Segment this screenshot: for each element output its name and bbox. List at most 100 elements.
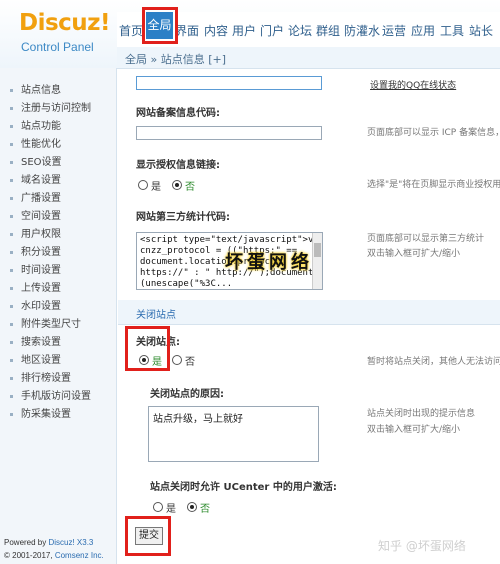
sidebar-item-time[interactable]: 时间设置 bbox=[10, 261, 61, 276]
sidebar-item-ranking[interactable]: 排行榜设置 bbox=[10, 369, 71, 384]
section-close-site: 关闭站点 bbox=[118, 300, 500, 325]
license-radio-yes-label: 是 bbox=[151, 182, 161, 193]
close-radio-no[interactable] bbox=[172, 355, 182, 365]
close-reason-label: 关闭站点的原因: bbox=[150, 389, 224, 400]
ucenter-radio-yes[interactable] bbox=[153, 502, 163, 512]
sidebar-item-mobile[interactable]: 手机版访问设置 bbox=[10, 387, 91, 402]
highlight-box-close bbox=[125, 326, 170, 371]
sidebar-item-label: 空间设置 bbox=[21, 211, 61, 222]
bullet-icon bbox=[10, 160, 13, 164]
nav-webmaster[interactable]: 站长 bbox=[469, 22, 493, 39]
breadcrumb-bar: 全局 » 站点信息 [+] bbox=[117, 47, 500, 69]
sidebar-item-label: 水印设置 bbox=[21, 301, 61, 312]
stat-tip-2: 双击输入框可扩大/缩小 bbox=[367, 249, 461, 259]
section-close-site-title: 关闭站点 bbox=[136, 310, 176, 321]
footer-powered-prefix: Powered by bbox=[4, 538, 49, 547]
bullet-icon bbox=[10, 232, 13, 236]
bullet-icon bbox=[10, 142, 13, 146]
license-tip: 选择"是"将在页脚显示商业授权用户 bbox=[367, 180, 500, 190]
nav-content[interactable]: 内容 bbox=[204, 22, 228, 39]
sidebar-item-label: 手机版访问设置 bbox=[21, 391, 91, 402]
sidebar-item-seo[interactable]: SEO设置 bbox=[10, 153, 62, 168]
license-radio-yes[interactable] bbox=[138, 180, 148, 190]
footer-company-link[interactable]: Comsenz Inc. bbox=[55, 551, 104, 560]
sidebar-item-performance[interactable]: 性能优化 bbox=[10, 135, 61, 150]
stat-code-label: 网站第三方统计代码: bbox=[136, 212, 230, 223]
nav-portal[interactable]: 门户 bbox=[260, 22, 284, 39]
sidebar-item-label: 防采集设置 bbox=[21, 409, 71, 420]
nav-tools[interactable]: 工具 bbox=[440, 22, 464, 39]
bullet-icon bbox=[10, 124, 13, 128]
bullet-icon bbox=[10, 196, 13, 200]
sidebar-item-label: 域名设置 bbox=[21, 175, 61, 186]
sidebar-item-user-permissions[interactable]: 用户权限 bbox=[10, 225, 61, 240]
stat-tip-1: 页面底部可以显示第三方统计 bbox=[367, 234, 485, 244]
nav-forum[interactable]: 论坛 bbox=[288, 22, 312, 39]
license-label: 显示授权信息链接: bbox=[136, 160, 220, 171]
bullet-icon bbox=[10, 214, 13, 218]
sidebar-item-site-features[interactable]: 站点功能 bbox=[10, 117, 61, 132]
bullet-icon bbox=[10, 412, 13, 416]
logo[interactable]: Discuz! bbox=[19, 10, 111, 36]
sidebar-item-space[interactable]: 空间设置 bbox=[10, 207, 61, 222]
sidebar-item-label: 搜索设置 bbox=[21, 337, 61, 348]
scrollbar-thumb[interactable] bbox=[314, 243, 321, 257]
sidebar-item-site-info[interactable]: 站点信息 bbox=[10, 81, 61, 96]
bullet-icon bbox=[10, 268, 13, 272]
ucenter-label: 站点关闭时允许 UCenter 中的用户激活: bbox=[150, 482, 337, 493]
bullet-icon bbox=[10, 250, 13, 254]
close-reason-textarea[interactable]: 站点升级，马上就好 bbox=[148, 406, 319, 462]
sidebar-item-domain[interactable]: 域名设置 bbox=[10, 171, 61, 186]
bullet-icon bbox=[10, 322, 13, 326]
nav-antispam[interactable]: 防灌水 bbox=[344, 22, 380, 39]
textarea-scrollbar[interactable] bbox=[312, 233, 322, 289]
footer-powered: Powered by Discuz! X3.3 bbox=[4, 538, 93, 547]
ucenter-radio-no-label: 否 bbox=[200, 504, 210, 515]
footer-version-link[interactable]: Discuz! X3.3 bbox=[48, 538, 93, 547]
highlight-box-nav bbox=[142, 7, 178, 44]
sidebar-item-label: 广播设置 bbox=[21, 193, 61, 204]
qq-status-link[interactable]: 设置我的QQ在线状态 bbox=[370, 78, 456, 91]
icp-input[interactable] bbox=[136, 126, 322, 140]
sidebar-item-anti-scrape[interactable]: 防采集设置 bbox=[10, 405, 71, 420]
nav-operations[interactable]: 运营 bbox=[382, 22, 406, 39]
sidebar-item-upload[interactable]: 上传设置 bbox=[10, 279, 61, 294]
bullet-icon bbox=[10, 358, 13, 362]
nav-interface[interactable]: 界面 bbox=[175, 22, 199, 39]
sidebar-item-label: 积分设置 bbox=[21, 247, 61, 258]
footer-copyright: © 2001-2017, Comsenz Inc. bbox=[4, 551, 104, 560]
sidebar-item-label: 时间设置 bbox=[21, 265, 61, 276]
breadcrumb[interactable]: 全局 » 站点信息 [+] bbox=[125, 51, 226, 67]
sidebar-item-register-access[interactable]: 注册与访问控制 bbox=[10, 99, 91, 114]
bullet-icon bbox=[10, 286, 13, 290]
ucenter-radio-no[interactable] bbox=[187, 502, 197, 512]
logo-subtitle: Control Panel bbox=[21, 40, 94, 54]
close-radio-no-label: 否 bbox=[185, 357, 195, 368]
sidebar-item-broadcast[interactable]: 广播设置 bbox=[10, 189, 61, 204]
sidebar-item-label: 排行榜设置 bbox=[21, 373, 71, 384]
sidebar-item-attachment-types[interactable]: 附件类型尺寸 bbox=[10, 315, 81, 330]
bullet-icon bbox=[10, 106, 13, 110]
sidebar-item-label: 用户权限 bbox=[21, 229, 61, 240]
sidebar-item-label: 站点信息 bbox=[21, 85, 61, 96]
icp-tip: 页面底部可以显示 ICP 备案信息， bbox=[367, 128, 500, 138]
close-reason-text: 站点升级，马上就好 bbox=[153, 414, 243, 425]
nav-apps[interactable]: 应用 bbox=[411, 22, 435, 39]
reason-tip-2: 双击输入框可扩大/缩小 bbox=[367, 425, 461, 435]
sidebar-item-label: 附件类型尺寸 bbox=[21, 319, 81, 330]
sidebar-item-region[interactable]: 地区设置 bbox=[10, 351, 61, 366]
sidebar-item-credits[interactable]: 积分设置 bbox=[10, 243, 61, 258]
license-radio-no-label: 否 bbox=[185, 182, 195, 193]
license-radio-no[interactable] bbox=[172, 180, 182, 190]
bullet-icon bbox=[10, 304, 13, 308]
site-info-input[interactable] bbox=[136, 76, 322, 90]
nav-home[interactable]: 首页 bbox=[119, 22, 143, 39]
ucenter-radio-yes-label: 是 bbox=[166, 504, 176, 515]
bullet-icon bbox=[10, 178, 13, 182]
nav-users[interactable]: 用户 bbox=[232, 22, 256, 39]
sidebar-item-label: 地区设置 bbox=[21, 355, 61, 366]
highlight-box-submit bbox=[125, 516, 171, 556]
nav-groups[interactable]: 群组 bbox=[316, 22, 340, 39]
sidebar-item-search[interactable]: 搜索设置 bbox=[10, 333, 61, 348]
sidebar-item-watermark[interactable]: 水印设置 bbox=[10, 297, 61, 312]
